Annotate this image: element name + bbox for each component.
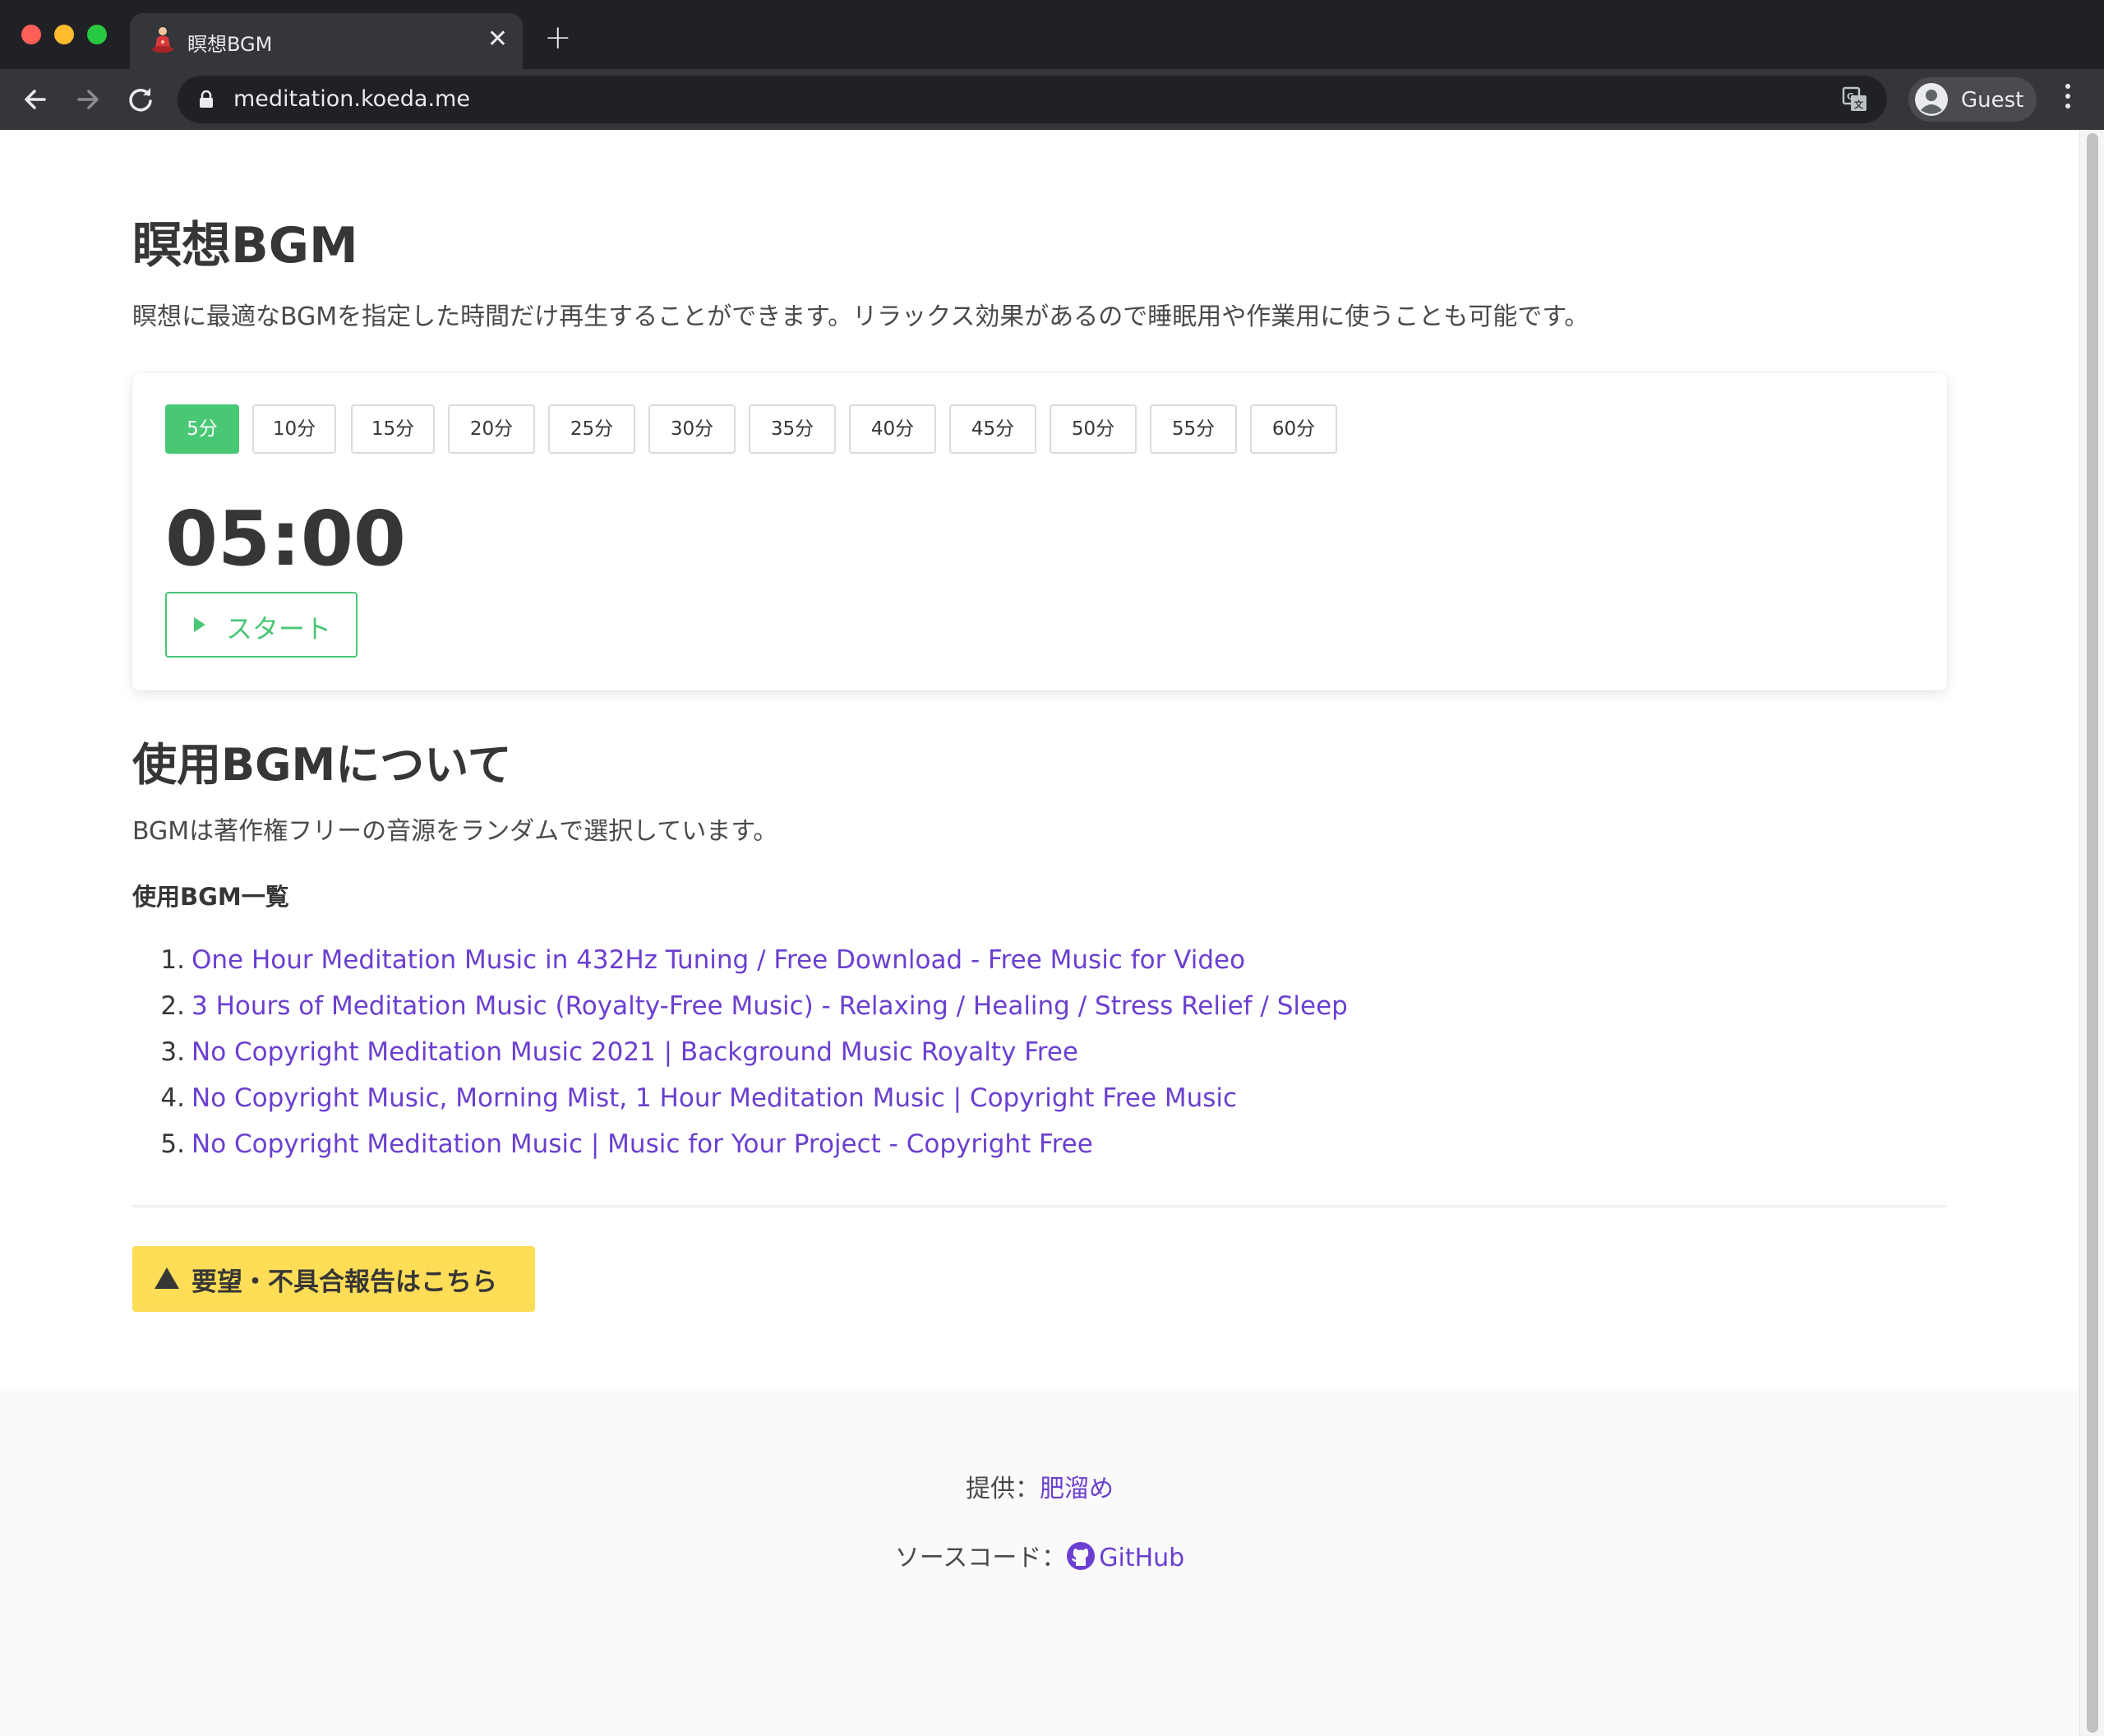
about-bgm-description: BGMは著作権フリーの音源をランダムで選択しています。 (132, 817, 778, 846)
bgm-link-3[interactable]: No Copyright Meditation Music 2021 | Bac… (191, 1037, 1078, 1067)
window-minimize-button[interactable] (54, 25, 74, 44)
address-bar[interactable]: meditation.koeda.me G 文 (178, 76, 1887, 123)
back-arrow-icon[interactable] (16, 81, 54, 118)
bgm-link-1[interactable]: One Hour Meditation Music in 432Hz Tunin… (191, 945, 1245, 975)
duration-button-30[interactable]: 30分 (648, 404, 736, 454)
browser-toolbar: meditation.koeda.me G 文 Guest (0, 69, 2104, 130)
new-tab-button[interactable]: + (544, 21, 572, 54)
github-link[interactable]: GitHub (1099, 1544, 1184, 1572)
duration-button-25[interactable]: 25分 (548, 404, 635, 454)
duration-button-20[interactable]: 20分 (448, 404, 535, 454)
duration-button-55[interactable]: 55分 (1150, 404, 1237, 454)
page-scrollbar[interactable] (2079, 130, 2104, 1736)
forward-arrow-icon[interactable] (69, 81, 107, 118)
divider (132, 1205, 1947, 1207)
svg-text:G: G (1847, 91, 1854, 102)
feedback-report-button[interactable]: 要望・不具合報告はこちら (132, 1246, 535, 1312)
provider-link[interactable]: 肥溜め (1040, 1475, 1114, 1503)
profile-name: Guest (1961, 88, 2024, 113)
footer-provider: 提供：肥溜め (0, 1468, 2079, 1504)
footer: 提供：肥溜め ソースコード： GitHub (0, 1391, 2079, 1736)
provider-label: 提供： (966, 1475, 1040, 1503)
browser-tab-strip: 瞑想BGM ✕ + (0, 0, 2104, 69)
reload-icon[interactable] (122, 81, 159, 118)
warning-triangle-icon (155, 1267, 179, 1289)
svg-text:文: 文 (1854, 99, 1864, 110)
bgm-link-4[interactable]: No Copyright Music, Morning Mist, 1 Hour… (191, 1083, 1237, 1113)
duration-button-5[interactable]: 5分 (165, 404, 239, 454)
list-item-number: 2. (160, 991, 185, 1021)
lock-icon (200, 90, 213, 108)
list-item-number: 4. (160, 1083, 185, 1113)
duration-button-50[interactable]: 50分 (1050, 404, 1137, 454)
duration-button-60[interactable]: 60分 (1250, 404, 1337, 454)
list-item-number: 3. (160, 1037, 185, 1067)
duration-button-15[interactable]: 15分 (351, 404, 435, 454)
url-text: meditation.koeda.me (233, 86, 470, 112)
meditation-person-icon (152, 27, 173, 53)
bgm-link-2[interactable]: 3 Hours of Meditation Music (Royalty-Fre… (191, 991, 1348, 1021)
bgm-list-heading: 使用BGM一覧 (132, 883, 289, 911)
start-label: スタート (226, 613, 332, 644)
duration-button-45[interactable]: 45分 (949, 404, 1036, 454)
footer-source: ソースコード： GitHub (0, 1537, 2079, 1573)
github-icon[interactable] (1066, 1541, 1096, 1571)
start-button[interactable]: スタート (165, 592, 358, 658)
list-item: 5. No Copyright Meditation Music | Music … (132, 1126, 1348, 1172)
tab-title: 瞑想BGM (187, 33, 273, 56)
list-item-number: 1. (160, 945, 185, 975)
profile-button[interactable]: Guest (1908, 77, 2037, 122)
timer-display: 05:00 (165, 495, 406, 583)
list-item: 1. One Hour Meditation Music in 432Hz Tun… (132, 942, 1348, 988)
list-item: 2. 3 Hours of Meditation Music (Royalty-F… (132, 988, 1348, 1034)
source-label: ソースコード： (894, 1544, 1067, 1572)
list-item: 3. No Copyright Meditation Music 2021 | B… (132, 1034, 1348, 1080)
feedback-report-label: 要望・不具合報告はこちら (191, 1267, 497, 1297)
page-content: 瞑想BGM 瞑想に最適なBGMを指定した時間だけ再生することができます。リラック… (0, 130, 2079, 1736)
window-close-button[interactable] (21, 25, 41, 44)
tab-close-icon[interactable]: ✕ (487, 25, 508, 54)
bgm-link-5[interactable]: No Copyright Meditation Music | Music fo… (191, 1129, 1093, 1159)
browser-menu-icon[interactable] (2060, 79, 2076, 120)
translate-icon[interactable]: G 文 (1841, 85, 1869, 113)
list-item: 4. No Copyright Music, Morning Mist, 1 Ho… (132, 1080, 1348, 1126)
duration-button-35[interactable]: 35分 (749, 404, 836, 454)
duration-button-40[interactable]: 40分 (849, 404, 936, 454)
list-item-number: 5. (160, 1129, 185, 1159)
timer-card: 5分 10分 15分 20分 25分 30分 35分 40分 45分 50分 5… (132, 373, 1947, 690)
window-zoom-button[interactable] (87, 25, 107, 44)
play-icon (194, 617, 205, 632)
page-title: 瞑想BGM (132, 217, 358, 275)
page-description: 瞑想に最適なBGMを指定した時間だけ再生することができます。リラックス効果がある… (132, 302, 1590, 331)
bgm-list: 1. One Hour Meditation Music in 432Hz Tun… (132, 942, 1348, 1172)
scrollbar-thumb[interactable] (2087, 133, 2098, 1733)
guest-avatar-icon (1915, 83, 1948, 116)
browser-tab[interactable]: 瞑想BGM ✕ (130, 13, 523, 69)
duration-button-10[interactable]: 10分 (252, 404, 336, 454)
about-bgm-heading: 使用BGMについて (132, 739, 512, 791)
